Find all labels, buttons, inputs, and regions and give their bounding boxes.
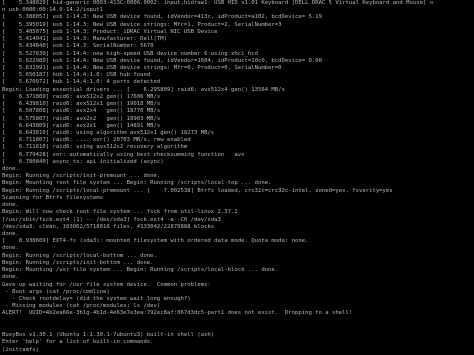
console-line: [/usr/sbin/fsck.ext4 (1) -- /dev/sda3] f… bbox=[2, 216, 221, 223]
console-line: Gave up waiting for /usr file system dev… bbox=[2, 281, 211, 288]
console-line: [ 5.405075] usb 1-14.3: Product: iDRAC V… bbox=[2, 28, 218, 35]
console-line: [ 6.643809] raid6: avx2x1 gen() 14891 MB… bbox=[2, 122, 161, 129]
console-line: done. bbox=[2, 245, 19, 252]
console-line: [ 5.388057] usb 1-14.3: New USB device f… bbox=[2, 14, 322, 21]
console-line: ALERT! UUID=4b2ea66e-3b1g-4b1d-4e63e7e3e… bbox=[2, 310, 353, 317]
console-line: Begin: Will now check root file system .… bbox=[2, 209, 238, 216]
console-line: [ 5.622989] usb 1-14.4: New USB device f… bbox=[2, 57, 322, 64]
console-line: [ 5.527830] usb 1-14.4: new high-speed U… bbox=[2, 50, 258, 57]
console-line: Begin: Mounting root file system ... Beg… bbox=[2, 180, 272, 187]
console-line: [ 6.575807] raid6: avx2x2 gen() 18903 MB… bbox=[2, 115, 161, 122]
console-line: [ 6.711807] raid6: .... xor() 20703 MB/s… bbox=[2, 137, 191, 144]
console-line: [ 5.348029] hid-generic 0003:413C:0006.0… bbox=[2, 0, 434, 6]
console-line: [ 8.938609] EXT4-fs (sda3): mounted file… bbox=[2, 238, 309, 245]
console-line: Begin: Running /scripts/local-bottom ...… bbox=[2, 252, 157, 259]
console-line: Enter 'help' for a list of built-in comm… bbox=[2, 339, 154, 346]
console-line: Begin: Running /scripts/init-premount ..… bbox=[2, 173, 161, 180]
console-line: [ 5.670972] hub 1-14.4:1.0: 4 ports dete… bbox=[2, 79, 161, 86]
console-line: Begin: Loading essential drivers ... [ 6… bbox=[2, 86, 285, 93]
console-line: [ 6.779428] xor: automatically using bes… bbox=[2, 151, 245, 158]
console-line: [ 5.395019] usb 1-14.3: New USB device s… bbox=[2, 21, 282, 28]
console-line: done. bbox=[2, 231, 19, 237]
console-line: [ 6.711810] raid6: using avx512x2 recove… bbox=[2, 144, 188, 151]
console-line: [ 6.507808] raid6: avx2x4 gen() 18770 MB… bbox=[2, 108, 161, 115]
console-line: - Check rootdelay= (did the system wait … bbox=[2, 295, 191, 302]
console-line: - Boot args (cat /proc/cmdline) bbox=[2, 288, 110, 295]
console-line: - Missing modules (cat /proc/modules; ls… bbox=[2, 303, 161, 310]
console-line: Begin: Mounting /usr file system ... Beg… bbox=[2, 267, 279, 274]
console-line: done. bbox=[2, 274, 19, 281]
console-line: [ 6.371809] raid6: avx512x2 gen() 17606 … bbox=[2, 93, 161, 100]
console-line: [ 5.650187] hub 1-14.4:1.0: USB hub foun… bbox=[2, 72, 151, 79]
console-line: [ 5.434840] usb 1-14.3: SerialNumber: 56… bbox=[2, 43, 154, 50]
console-line: Begin: Running /scripts/local-premount .… bbox=[2, 187, 393, 194]
console-line: [ 6.643810] raid6: using algorithm avx51… bbox=[2, 129, 215, 136]
console-line: [ 5.414041] usb 1-14.3: Manufacturer: De… bbox=[2, 36, 168, 43]
console-line: [ 6.780840] async_tx: api initialized (a… bbox=[2, 158, 164, 165]
console-output: [ 5.348029] hid-generic 0003:413C:0006.0… bbox=[2, 0, 474, 354]
terminal-console[interactable]: [ 5.348029] hid-generic 0003:413C:0006.0… bbox=[0, 0, 474, 355]
console-line: [ 5.631991] usb 1-14.4: New USB device s… bbox=[2, 64, 282, 71]
console-line: Scanning for Btrfs filesystems bbox=[2, 194, 104, 201]
console-line: /dev/sda3: clean, 103062/5718016 files, … bbox=[2, 223, 215, 230]
console-line: done. bbox=[2, 166, 19, 173]
console-line: Begin: Running /scripts/init-bottom ... … bbox=[2, 259, 154, 266]
console-line: n usb-0000:00:14.0-14.2/input1 bbox=[2, 7, 104, 14]
console-line: BusyBox v1.30.1 (Ubuntu 1:1.30.1-7ubuntu… bbox=[2, 332, 215, 339]
console-line: [ 6.439810] raid6: avx512x1 gen() 19018 … bbox=[2, 101, 161, 108]
shell-prompt[interactable]: (initramfs) bbox=[2, 347, 39, 354]
console-line: done. bbox=[2, 202, 19, 209]
